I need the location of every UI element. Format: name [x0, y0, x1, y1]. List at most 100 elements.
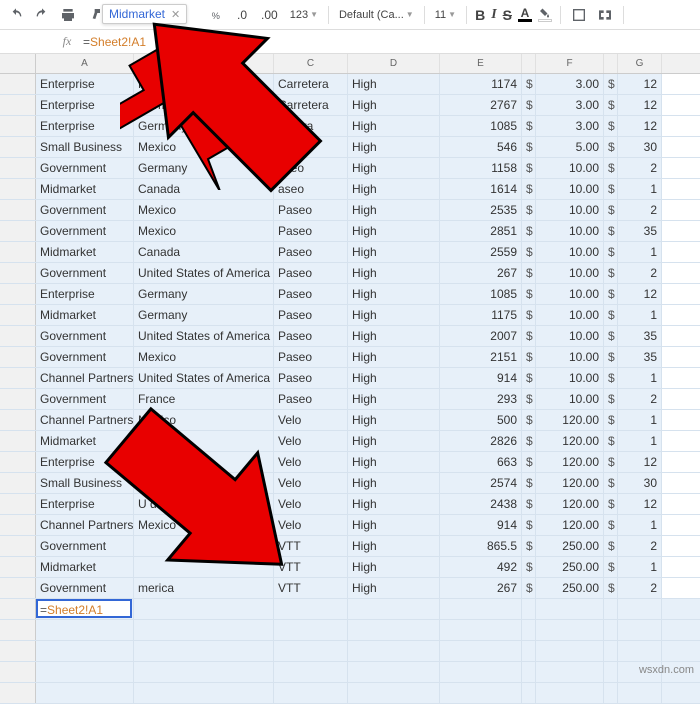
- print-button[interactable]: [58, 5, 78, 25]
- cell[interactable]: 250.00: [536, 557, 604, 577]
- cell[interactable]: United States of America: [134, 263, 274, 283]
- cell[interactable]: $: [604, 473, 618, 493]
- cell[interactable]: $: [522, 179, 536, 199]
- cell[interactable]: Carretera: [274, 95, 348, 115]
- cell[interactable]: High: [348, 515, 440, 535]
- table-row[interactable]: GovernmentMexicoPaseoHigh2851$10.00$35: [0, 221, 700, 242]
- table-row[interactable]: Small BusinessMexicoanaHigh546$5.00$30: [0, 137, 700, 158]
- cell[interactable]: 12: [618, 452, 662, 472]
- cell[interactable]: $: [604, 515, 618, 535]
- merge-cells-button[interactable]: [595, 5, 615, 25]
- cell[interactable]: Velo: [274, 515, 348, 535]
- decrease-decimal-button[interactable]: .0: [233, 8, 251, 22]
- row-header[interactable]: [0, 536, 36, 556]
- cell[interactable]: High: [348, 221, 440, 241]
- cell[interactable]: Mexico: [134, 221, 274, 241]
- row-header[interactable]: [0, 347, 36, 367]
- redo-button[interactable]: [32, 5, 52, 25]
- col-header[interactable]: C: [274, 54, 348, 73]
- cell[interactable]: aseo: [274, 158, 348, 178]
- row-header[interactable]: [0, 389, 36, 409]
- cell[interactable]: Small Business: [36, 473, 134, 493]
- cell[interactable]: $: [604, 263, 618, 283]
- table-row[interactable]: EnterpriseGermanyrreteraHigh1085$3.00$12: [0, 116, 700, 137]
- table-row[interactable]: GovernmentGermanyaseoHigh1158$10.00$2: [0, 158, 700, 179]
- table-row[interactable]: GovernmentMexicoPaseoHigh2535$10.00$2: [0, 200, 700, 221]
- cell[interactable]: 1: [618, 431, 662, 451]
- cell[interactable]: High: [348, 536, 440, 556]
- row-header[interactable]: [0, 620, 36, 640]
- cell[interactable]: 5.00: [536, 137, 604, 157]
- cell[interactable]: 30: [618, 473, 662, 493]
- cell[interactable]: United States of America: [134, 368, 274, 388]
- cell[interactable]: 120.00: [536, 515, 604, 535]
- row-header[interactable]: [0, 557, 36, 577]
- cell[interactable]: Government: [36, 200, 134, 220]
- cell[interactable]: Government: [36, 158, 134, 178]
- cell[interactable]: Midmarket: [36, 431, 134, 451]
- cell[interactable]: 2574: [440, 473, 522, 493]
- cell[interactable]: 10.00: [536, 221, 604, 241]
- cell[interactable]: $: [604, 578, 618, 598]
- cell[interactable]: Germany: [134, 95, 274, 115]
- cell[interactable]: $: [522, 95, 536, 115]
- cell[interactable]: $: [604, 242, 618, 262]
- cell[interactable]: High: [348, 494, 440, 514]
- cell[interactable]: 10.00: [536, 263, 604, 283]
- cell[interactable]: Midmarket: [36, 305, 134, 325]
- row-header[interactable]: [0, 326, 36, 346]
- table-row[interactable]: MidmarketVTTHigh492$250.00$1: [0, 557, 700, 578]
- cell[interactable]: 10.00: [536, 179, 604, 199]
- cell[interactable]: High: [348, 95, 440, 115]
- cell[interactable]: 914: [440, 515, 522, 535]
- cell[interactable]: Enterprise: [36, 494, 134, 514]
- cell[interactable]: High: [348, 242, 440, 262]
- cell[interactable]: 1: [618, 242, 662, 262]
- row-header[interactable]: [0, 158, 36, 178]
- col-header[interactable]: [522, 54, 536, 73]
- cell[interactable]: 35: [618, 326, 662, 346]
- cell[interactable]: $: [522, 158, 536, 178]
- cell[interactable]: Germany: [134, 116, 274, 136]
- cell[interactable]: High: [348, 452, 440, 472]
- cell[interactable]: 12: [618, 284, 662, 304]
- cell[interactable]: 120.00: [536, 494, 604, 514]
- cell[interactable]: $: [522, 326, 536, 346]
- cell[interactable]: Enterprise: [36, 116, 134, 136]
- cell[interactable]: 1: [618, 368, 662, 388]
- cell[interactable]: 2007: [440, 326, 522, 346]
- cell[interactable]: Government: [36, 536, 134, 556]
- table-row[interactable]: EnterpriseFranceVeloHigh663$120.00$12: [0, 452, 700, 473]
- cell[interactable]: Paseo: [274, 368, 348, 388]
- italic-button[interactable]: I: [491, 8, 496, 22]
- cell[interactable]: 500: [440, 410, 522, 430]
- cell[interactable]: Paseo: [274, 200, 348, 220]
- cell[interactable]: ana: [274, 137, 348, 157]
- table-row[interactable]: [0, 683, 700, 704]
- table-row[interactable]: Channel PartnersMexicoVeloHigh500$120.00…: [0, 410, 700, 431]
- cell[interactable]: $: [522, 431, 536, 451]
- cell[interactable]: $: [522, 473, 536, 493]
- cell[interactable]: $: [604, 221, 618, 241]
- active-cell-editor[interactable]: =Sheet2!A1: [36, 599, 132, 618]
- cell[interactable]: 2: [618, 578, 662, 598]
- table-row[interactable]: EnterpriseGermanyCarreteraHigh2767$3.00$…: [0, 95, 700, 116]
- cell[interactable]: $: [604, 410, 618, 430]
- cell[interactable]: 120.00: [536, 452, 604, 472]
- table-row[interactable]: GovernmentVTTHigh865.5$250.00$2: [0, 536, 700, 557]
- cell[interactable]: 250.00: [536, 578, 604, 598]
- cell[interactable]: High: [348, 431, 440, 451]
- cell[interactable]: $: [604, 200, 618, 220]
- cell[interactable]: 1: [618, 557, 662, 577]
- cell[interactable]: France: [134, 74, 274, 94]
- cell[interactable]: High: [348, 305, 440, 325]
- cell[interactable]: $: [604, 347, 618, 367]
- cell[interactable]: Enterprise: [36, 284, 134, 304]
- cell[interactable]: $: [522, 242, 536, 262]
- cell[interactable]: rretera: [274, 116, 348, 136]
- cell[interactable]: 12: [618, 494, 662, 514]
- cell[interactable]: Government: [36, 263, 134, 283]
- cell[interactable]: 2: [618, 263, 662, 283]
- row-header[interactable]: [0, 137, 36, 157]
- row-header[interactable]: [0, 179, 36, 199]
